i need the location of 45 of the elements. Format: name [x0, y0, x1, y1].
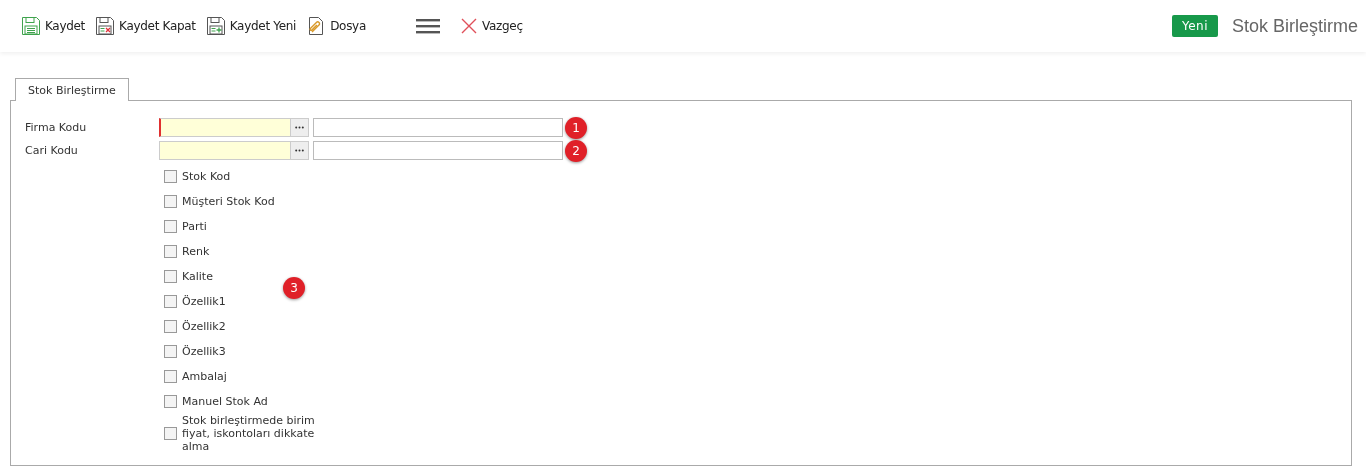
checkbox[interactable] [164, 295, 177, 308]
code-field[interactable] [159, 118, 309, 137]
menu-icon [415, 18, 440, 34]
number-marker: 1 [565, 116, 587, 139]
checkbox[interactable] [164, 345, 177, 358]
ellipsis-icon [295, 126, 304, 129]
checkbox[interactable] [164, 320, 177, 333]
checkbox[interactable] [164, 195, 177, 208]
checkbox[interactable] [164, 170, 177, 183]
checkbox-label: Renk [182, 245, 211, 258]
name-field[interactable] [313, 118, 563, 137]
field-label: Firma Kodu [25, 121, 88, 134]
number-marker: 3 [283, 277, 305, 299]
number-marker: 2 [565, 139, 587, 162]
checkbox-label: Kalite [182, 270, 214, 283]
checkbox[interactable] [164, 427, 177, 440]
close-icon [459, 17, 478, 35]
file-button[interactable]: Dosya [301, 11, 371, 41]
ellipsis-icon [295, 149, 304, 152]
ellipsis-button[interactable] [290, 142, 308, 159]
checkbox-label: Özellik1 [182, 295, 227, 308]
status-badge: Yeni [1171, 15, 1218, 37]
checkbox[interactable] [164, 395, 177, 408]
name-field[interactable] [313, 141, 563, 160]
checkbox[interactable] [164, 245, 177, 258]
checkbox-label: Parti [182, 220, 208, 233]
field-label: Cari Kodu [25, 144, 79, 157]
checkbox-label: Stok Kod [182, 170, 232, 183]
ellipsis-button[interactable] [290, 119, 308, 136]
save-close-button[interactable]: Kaydet Kapat [90, 11, 201, 41]
page-title: Stok Birleştirme [1231, 15, 1358, 37]
cancel-button[interactable]: Vazgeç [454, 11, 528, 41]
checkbox-label: Özellik3 [182, 345, 227, 358]
tab[interactable]: Stok Birleştirme [15, 78, 129, 101]
checkbox-label: Özellik2 [182, 320, 227, 333]
checkbox-label: Stok birleştirmede birim fiyat, iskontoları dikkate alma [182, 414, 316, 453]
save-button[interactable]: Kaydet [16, 11, 91, 41]
checkbox-label: Ambalaj [182, 370, 228, 383]
checkbox-label: Manuel Stok Ad [182, 395, 269, 408]
checkbox-label: Müşteri Stok Kod [182, 195, 276, 208]
checkbox[interactable] [164, 370, 177, 383]
checkbox[interactable] [164, 220, 177, 233]
save-new-button[interactable]: Kaydet Yeni [200, 11, 302, 41]
code-field[interactable] [159, 141, 309, 160]
checkbox[interactable] [164, 270, 177, 283]
